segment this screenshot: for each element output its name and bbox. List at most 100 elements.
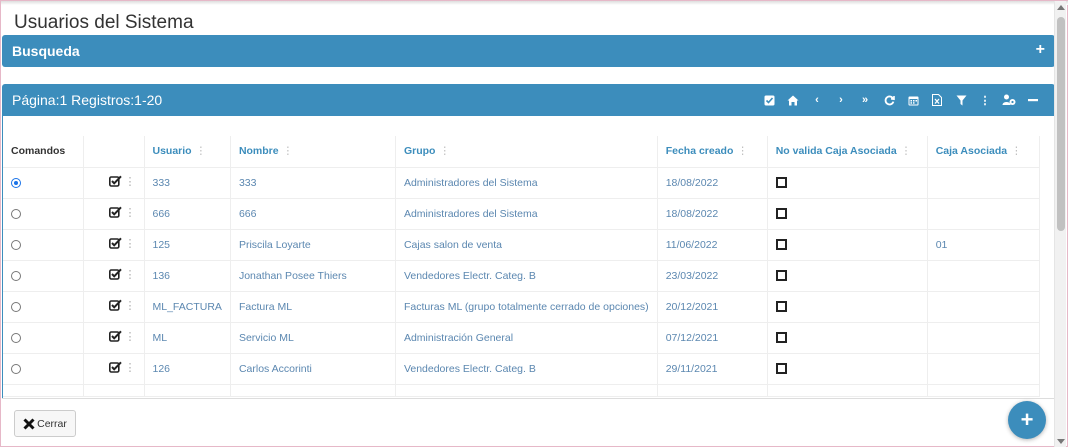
cell-grupo[interactable]: Vendedores Electr. Categ. B [394,352,658,385]
cell-no-valida-caja[interactable] [766,352,928,385]
table-row[interactable]: ⋮ 125 Priscila Loyarte Cajas salon de venta… [3,228,1040,261]
row-select-cell[interactable] [3,228,84,261]
scroll-down-arrow-icon[interactable] [1057,439,1065,444]
double-chevron-right-icon[interactable]: » [853,94,877,106]
row-select-cell[interactable] [3,166,84,199]
cell-grupo[interactable]: Administración General [394,321,658,354]
row-menu-icon[interactable]: ⋮ [125,330,136,343]
chevron-right-icon[interactable]: › [829,94,853,106]
cell-no-valida-caja[interactable] [766,321,928,354]
column-menu-icon[interactable]: ⋮ [439,145,450,157]
scrollbar[interactable] [1054,1,1066,447]
row-select-cell[interactable] [3,197,84,230]
col-nombre[interactable]: Nombre ⋮ [229,136,396,168]
cell-nombre[interactable]: 333 [229,166,396,199]
row-radio[interactable] [11,301,21,312]
cell-grupo[interactable]: Facturas ML (grupo totalmente cerrado de… [394,290,658,323]
cell-nombre[interactable]: 666 [229,197,396,230]
edit-check-icon[interactable] [108,206,122,219]
no-valida-checkbox[interactable] [775,270,787,282]
home-icon[interactable] [781,95,805,106]
col-caja-asociada[interactable]: Caja Asociada ⋮ [926,136,1040,168]
row-menu-icon[interactable]: ⋮ [125,299,136,312]
cell-grupo[interactable]: Administradores del Sistema [394,166,658,199]
calendar-icon[interactable] [901,95,925,106]
scroll-thumb[interactable] [1057,17,1065,231]
row-radio[interactable] [11,270,21,281]
refresh-icon[interactable] [877,95,901,106]
cell-usuario[interactable]: 125 [143,228,231,261]
row-menu-icon[interactable]: ⋮ [125,237,136,250]
no-valida-checkbox[interactable] [775,239,787,251]
close-button[interactable]: Cerrar [14,410,76,437]
row-radio[interactable] [11,239,21,250]
row-select-cell[interactable] [3,290,84,323]
table-row[interactable]: ⋮ ML Servicio ML Administración General 07/1… [3,321,1040,354]
no-valida-checkbox[interactable] [775,332,787,344]
add-user-button[interactable]: + [1008,401,1046,439]
scroll-up-arrow-icon[interactable] [1057,5,1065,10]
no-valida-checkbox[interactable] [775,177,787,189]
col-fecha-creado[interactable]: Fecha creado ⋮ [656,136,768,168]
cell-no-valida-caja[interactable] [766,166,928,199]
cell-grupo[interactable]: Vendedores Electr. Categ. B [394,259,658,292]
edit-check-icon[interactable] [108,175,122,188]
row-menu-icon[interactable]: ⋮ [125,206,136,219]
cell-usuario[interactable]: ML [143,321,231,354]
cell-usuario[interactable]: 136 [143,259,231,292]
cell-nombre[interactable]: Servicio ML [229,321,396,354]
cell-usuario[interactable]: 666 [143,197,231,230]
row-select-cell[interactable] [3,259,84,292]
users-cog-icon[interactable] [997,94,1021,106]
column-menu-icon[interactable]: ⋮ [737,145,748,157]
edit-check-icon[interactable] [108,361,122,374]
row-menu-icon[interactable]: ⋮ [125,268,136,281]
cell-no-valida-caja[interactable] [766,197,928,230]
edit-check-icon[interactable] [108,237,122,250]
no-valida-checkbox[interactable] [775,208,787,220]
col-no-valida-caja[interactable]: No valida Caja Asociada ⋮ [766,136,928,168]
table-row[interactable]: ⋮ 136 Jonathan Posee Thiers Vendedores Elec… [3,259,1040,292]
table-row[interactable]: ⋮ ML_FACTURA Factura ML Facturas ML (grupo … [3,290,1040,323]
cell-no-valida-caja[interactable] [766,259,928,292]
cell-usuario[interactable]: 333 [143,166,231,199]
cell-grupo[interactable]: Administradores del Sistema [394,197,658,230]
column-menu-icon[interactable]: ⋮ [1011,145,1022,157]
table-row[interactable]: ⋮ 333 333 Administradores del Sistema 18/08/… [3,166,1040,199]
row-select-cell[interactable] [3,352,84,385]
col-usuario[interactable]: Usuario ⋮ [143,136,231,168]
cell-nombre[interactable]: Factura ML [229,290,396,323]
no-valida-checkbox[interactable] [775,301,787,313]
filter-icon[interactable] [949,95,973,106]
row-radio[interactable] [11,363,21,374]
row-menu-icon[interactable]: ⋮ [125,361,136,374]
edit-check-icon[interactable] [108,268,122,281]
cell-usuario[interactable]: 126 [143,352,231,385]
cell-nombre[interactable]: Jonathan Posee Thiers [229,259,396,292]
cell-no-valida-caja[interactable] [766,290,928,323]
row-radio[interactable] [11,332,21,343]
search-panel-header[interactable]: Busqueda + [2,35,1055,67]
column-menu-icon[interactable]: ⋮ [901,145,912,157]
row-select-cell[interactable] [3,321,84,354]
plus-icon[interactable]: + [1036,41,1045,59]
minus-icon[interactable] [1021,95,1045,105]
row-radio[interactable] [11,208,21,219]
edit-check-icon[interactable] [108,299,122,312]
table-row[interactable]: ⋮ 126 Carlos Accorinti Vendedores Electr. C… [3,352,1040,385]
check-square-icon[interactable] [757,95,781,106]
row-menu-icon[interactable]: ⋮ [125,175,136,188]
column-menu-icon[interactable]: ⋮ [196,145,207,157]
col-grupo[interactable]: Grupo ⋮ [394,136,658,168]
column-menu-icon[interactable]: ⋮ [283,145,294,157]
cell-no-valida-caja[interactable] [766,228,928,261]
cell-nombre[interactable]: Carlos Accorinti [229,352,396,385]
chevron-left-icon[interactable]: ‹ [805,94,829,106]
table-row[interactable]: ⋮ 666 666 Administradores del Sistema 18/08/… [3,197,1040,230]
vertical-dots-icon[interactable]: ⋮ [973,94,997,107]
excel-icon[interactable] [925,94,949,106]
edit-check-icon[interactable] [108,330,122,343]
no-valida-checkbox[interactable] [775,363,787,375]
cell-usuario[interactable]: ML_FACTURA [143,290,231,323]
col-comandos[interactable]: Comandos [3,136,84,168]
